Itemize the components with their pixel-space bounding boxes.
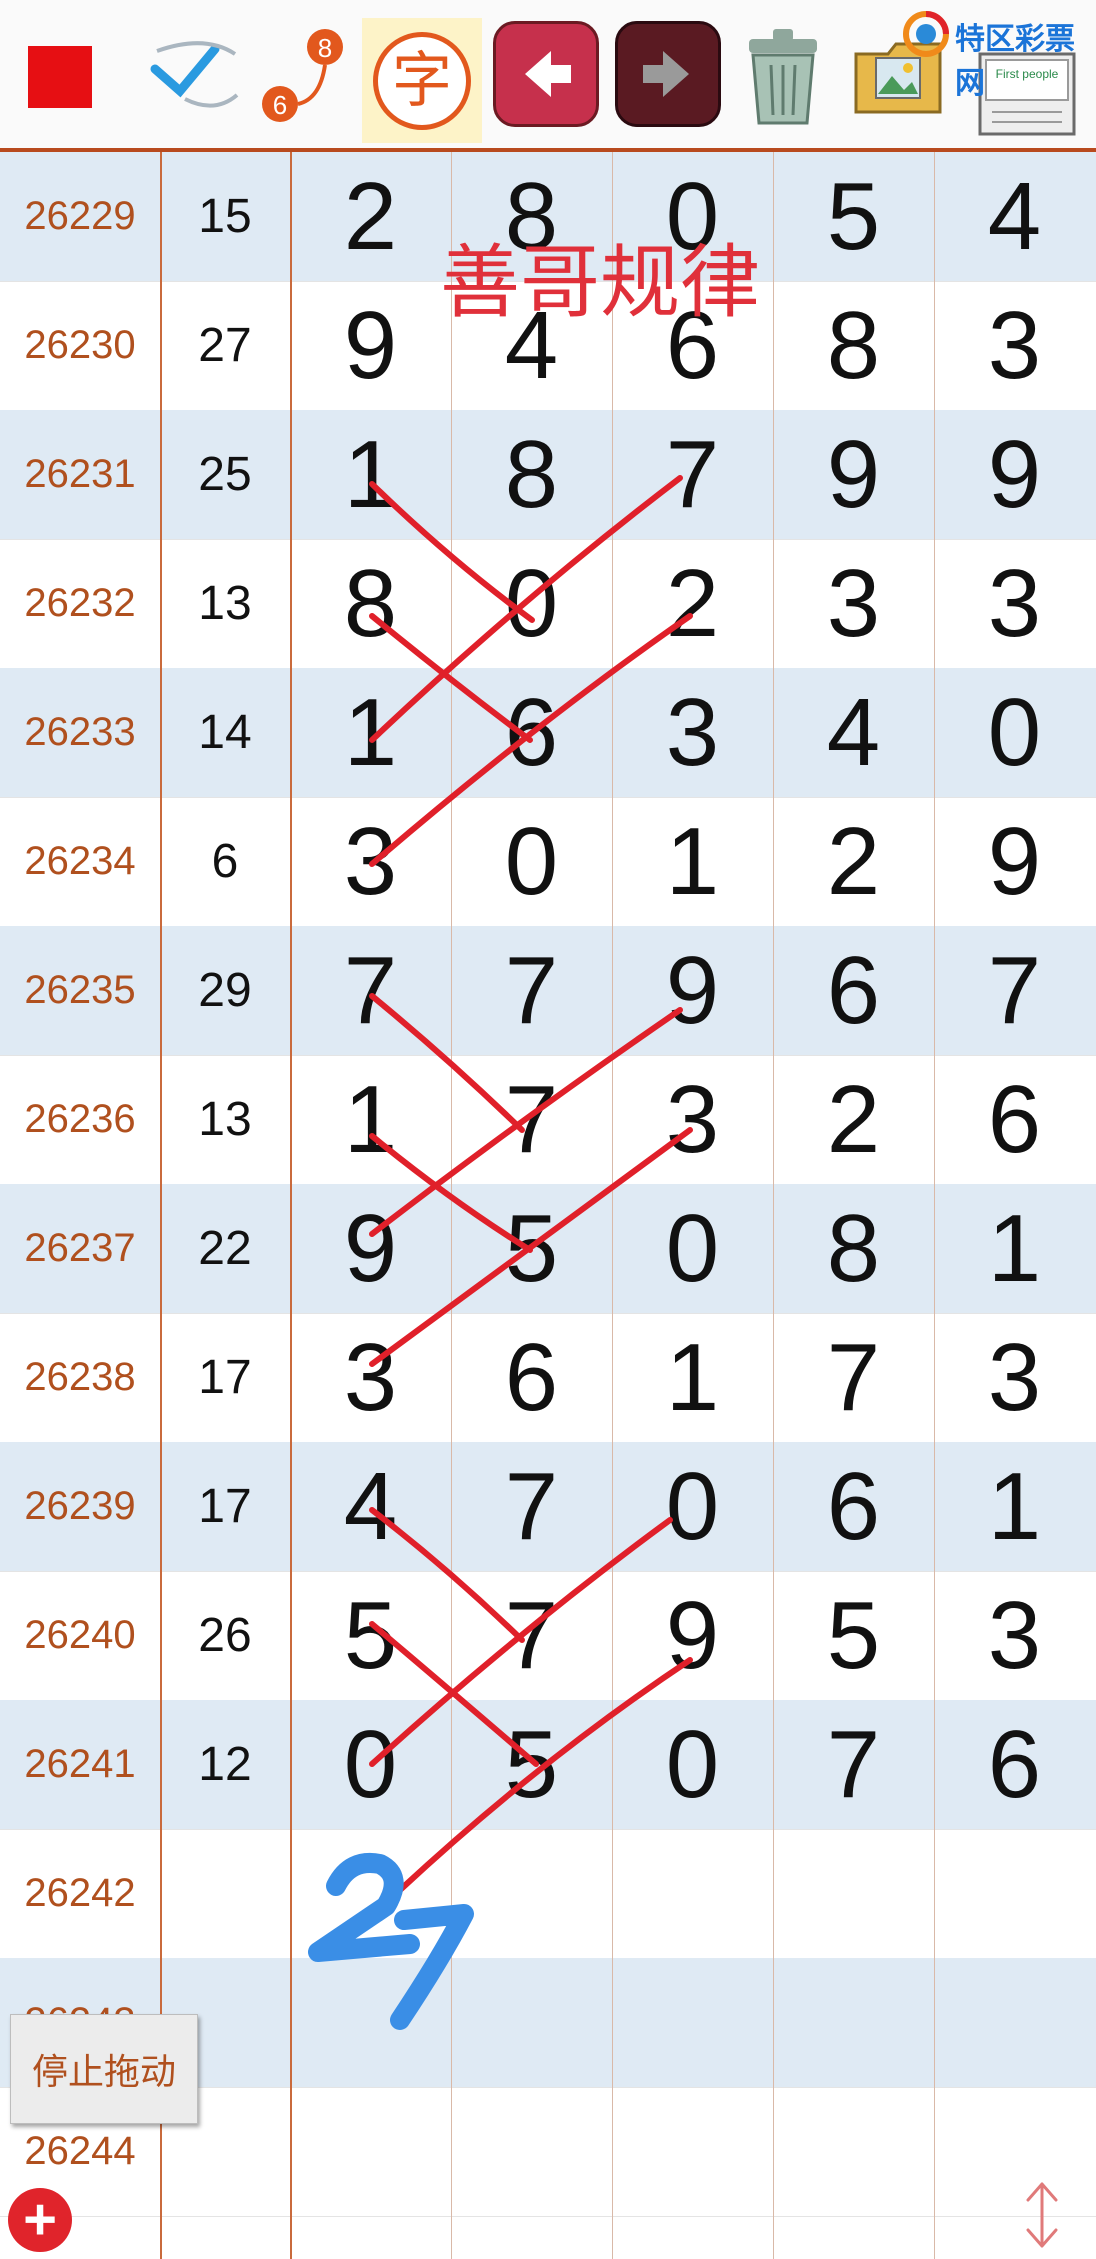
handwritten-27 [308,1853,474,2030]
annotation-line [369,1007,683,1237]
annotation-line [369,1133,533,1253]
annotation-line [369,993,525,1133]
drag-handle-icon[interactable] [1020,2180,1064,2250]
annotation-line [369,475,683,743]
overlay-title: 善哥规律 [440,236,760,329]
annotation-line [397,1657,693,1893]
annotation-line [369,1507,525,1643]
annotation-overlay [308,475,693,2030]
stop-drag-button[interactable]: 停止拖动 [10,2014,198,2124]
annotation-line [369,1127,693,1367]
plus-icon: + [23,2187,57,2252]
add-button[interactable]: + [8,2188,72,2252]
annotation-line [369,481,535,623]
